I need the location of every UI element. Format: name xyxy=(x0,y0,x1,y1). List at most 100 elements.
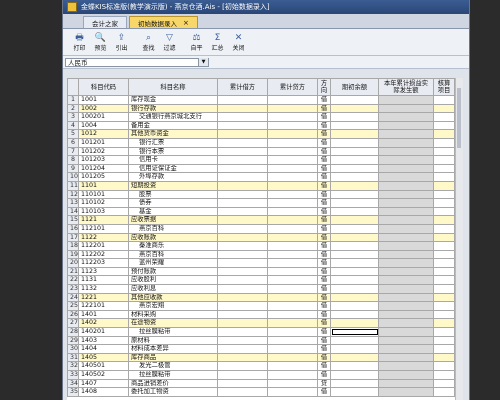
table-row[interactable]: 8 101203 信用卡 借 xyxy=(67,155,455,165)
account-name-cell[interactable]: 外埠存款 xyxy=(128,172,218,182)
preview-button[interactable]: 🔍 预览 xyxy=(90,30,111,54)
accounting-item-cell[interactable] xyxy=(433,206,455,217)
credit-total-cell[interactable] xyxy=(267,112,318,122)
accounting-item-cell[interactable] xyxy=(433,120,455,131)
opening-balance-cell[interactable] xyxy=(330,292,379,303)
column-header[interactable]: 科目名称 xyxy=(128,78,218,96)
accounting-item-cell[interactable] xyxy=(433,223,455,234)
opening-balance-cell[interactable] xyxy=(330,95,379,105)
credit-total-cell[interactable] xyxy=(267,129,318,139)
account-name-cell[interactable]: 交通银行燕京城北支行 xyxy=(128,112,218,122)
account-code-cell[interactable]: 100201 xyxy=(78,112,129,122)
accounting-item-cell[interactable] xyxy=(433,284,455,294)
profit-loss-cell[interactable] xyxy=(378,112,434,122)
tab-initial-data[interactable]: 初始数据录入 × xyxy=(129,16,198,28)
account-name-cell[interactable]: 股票 xyxy=(128,189,218,200)
account-name-cell[interactable]: 拉丝膜粘带 xyxy=(128,327,218,337)
accounting-item-cell[interactable] xyxy=(433,370,455,380)
opening-balance-cell[interactable] xyxy=(330,284,379,294)
profit-loss-cell[interactable] xyxy=(378,387,434,397)
profit-loss-cell[interactable] xyxy=(378,215,434,225)
profit-loss-cell[interactable] xyxy=(378,155,434,165)
profit-loss-cell[interactable] xyxy=(378,206,434,217)
opening-balance-cell[interactable] xyxy=(330,198,379,208)
credit-total-cell[interactable] xyxy=(267,335,318,346)
accounting-item-cell[interactable] xyxy=(433,378,455,389)
profit-loss-cell[interactable] xyxy=(378,275,434,286)
profit-loss-cell[interactable] xyxy=(378,95,434,105)
table-row[interactable]: 17 1122 应收账款 借 xyxy=(67,232,455,243)
profit-loss-cell[interactable] xyxy=(378,163,434,174)
account-name-cell[interactable]: 应收账款 xyxy=(128,232,218,243)
debit-total-cell[interactable] xyxy=(217,198,268,208)
profit-loss-cell[interactable] xyxy=(378,189,434,200)
opening-balance-cell[interactable] xyxy=(330,103,379,114)
debit-total-cell[interactable] xyxy=(217,215,268,225)
accounting-item-cell[interactable] xyxy=(433,292,455,303)
profit-loss-cell[interactable] xyxy=(378,180,434,191)
profit-loss-cell[interactable] xyxy=(378,352,434,363)
account-code-cell[interactable]: 1402 xyxy=(78,318,129,329)
debit-total-cell[interactable] xyxy=(217,112,268,122)
debit-total-cell[interactable] xyxy=(217,206,268,217)
table-row[interactable]: 1 1001 库存现金 借 xyxy=(67,95,455,105)
debit-total-cell[interactable] xyxy=(217,120,268,131)
debit-total-cell[interactable] xyxy=(217,335,268,346)
credit-total-cell[interactable] xyxy=(267,327,318,337)
account-name-cell[interactable]: 蓝州荣耀 xyxy=(128,258,218,268)
table-row[interactable]: 27 1402 在途物资 借 xyxy=(67,318,455,329)
debit-total-cell[interactable] xyxy=(217,189,268,200)
credit-total-cell[interactable] xyxy=(267,318,318,329)
profit-loss-cell[interactable] xyxy=(378,249,434,260)
opening-balance-cell[interactable] xyxy=(330,120,379,131)
account-name-cell[interactable]: 原材料 xyxy=(128,335,218,346)
credit-total-cell[interactable] xyxy=(267,309,318,320)
profit-loss-cell[interactable] xyxy=(378,258,434,268)
opening-balance-cell[interactable] xyxy=(330,241,379,251)
account-code-cell[interactable]: 140502 xyxy=(78,370,129,380)
account-code-cell[interactable]: 112101 xyxy=(78,223,129,234)
profit-loss-cell[interactable] xyxy=(378,266,434,277)
table-row[interactable]: 35 1408 委托加工物资 借 xyxy=(67,387,455,397)
credit-total-cell[interactable] xyxy=(267,103,318,114)
accounting-item-cell[interactable] xyxy=(433,301,455,311)
account-code-cell[interactable]: 1101 xyxy=(78,180,129,191)
account-code-cell[interactable]: 112203 xyxy=(78,258,129,268)
tab-home[interactable]: 会计之家 xyxy=(83,16,127,28)
accounting-item-cell[interactable] xyxy=(433,189,455,200)
account-code-cell[interactable]: 140201 xyxy=(78,327,129,337)
account-name-cell[interactable]: 信用证保证金 xyxy=(128,163,218,174)
account-name-cell[interactable]: 商品进销差价 xyxy=(128,378,218,389)
credit-total-cell[interactable] xyxy=(267,206,318,217)
accounting-item-cell[interactable] xyxy=(433,172,455,182)
account-code-cell[interactable]: 101203 xyxy=(78,155,129,165)
account-name-cell[interactable]: 在途物资 xyxy=(128,318,218,329)
debit-total-cell[interactable] xyxy=(217,284,268,294)
account-code-cell[interactable]: 122101 xyxy=(78,301,129,311)
profit-loss-cell[interactable] xyxy=(378,318,434,329)
column-header[interactable]: 本年累计损益实际发生额 xyxy=(378,78,434,96)
print-button[interactable]: 🖶 打印 xyxy=(69,30,90,54)
find-button[interactable]: ⌕ 查找 xyxy=(138,30,159,54)
account-name-cell[interactable]: 燕京百科 xyxy=(128,249,218,260)
opening-balance-cell[interactable] xyxy=(330,189,379,200)
profit-loss-cell[interactable] xyxy=(378,327,434,337)
accounting-item-cell[interactable] xyxy=(433,155,455,165)
opening-balance-cell[interactable] xyxy=(330,232,379,243)
account-code-cell[interactable]: 1121 xyxy=(78,215,129,225)
summary-button[interactable]: Σ 汇总 xyxy=(207,30,228,54)
profit-loss-cell[interactable] xyxy=(378,103,434,114)
account-code-cell[interactable]: 1002 xyxy=(78,103,129,114)
credit-total-cell[interactable] xyxy=(267,232,318,243)
column-header[interactable]: 科目代码 xyxy=(78,78,129,96)
account-code-cell[interactable]: 1403 xyxy=(78,335,129,346)
accounting-item-cell[interactable] xyxy=(433,318,455,329)
profit-loss-cell[interactable] xyxy=(378,309,434,320)
table-row[interactable]: 29 1403 原材料 借 xyxy=(67,335,455,346)
accounting-item-cell[interactable] xyxy=(433,352,455,363)
debit-total-cell[interactable] xyxy=(217,309,268,320)
opening-balance-cell[interactable] xyxy=(330,327,379,337)
debit-total-cell[interactable] xyxy=(217,352,268,363)
accounting-item-cell[interactable] xyxy=(433,335,455,346)
opening-balance-cell[interactable] xyxy=(330,266,379,277)
